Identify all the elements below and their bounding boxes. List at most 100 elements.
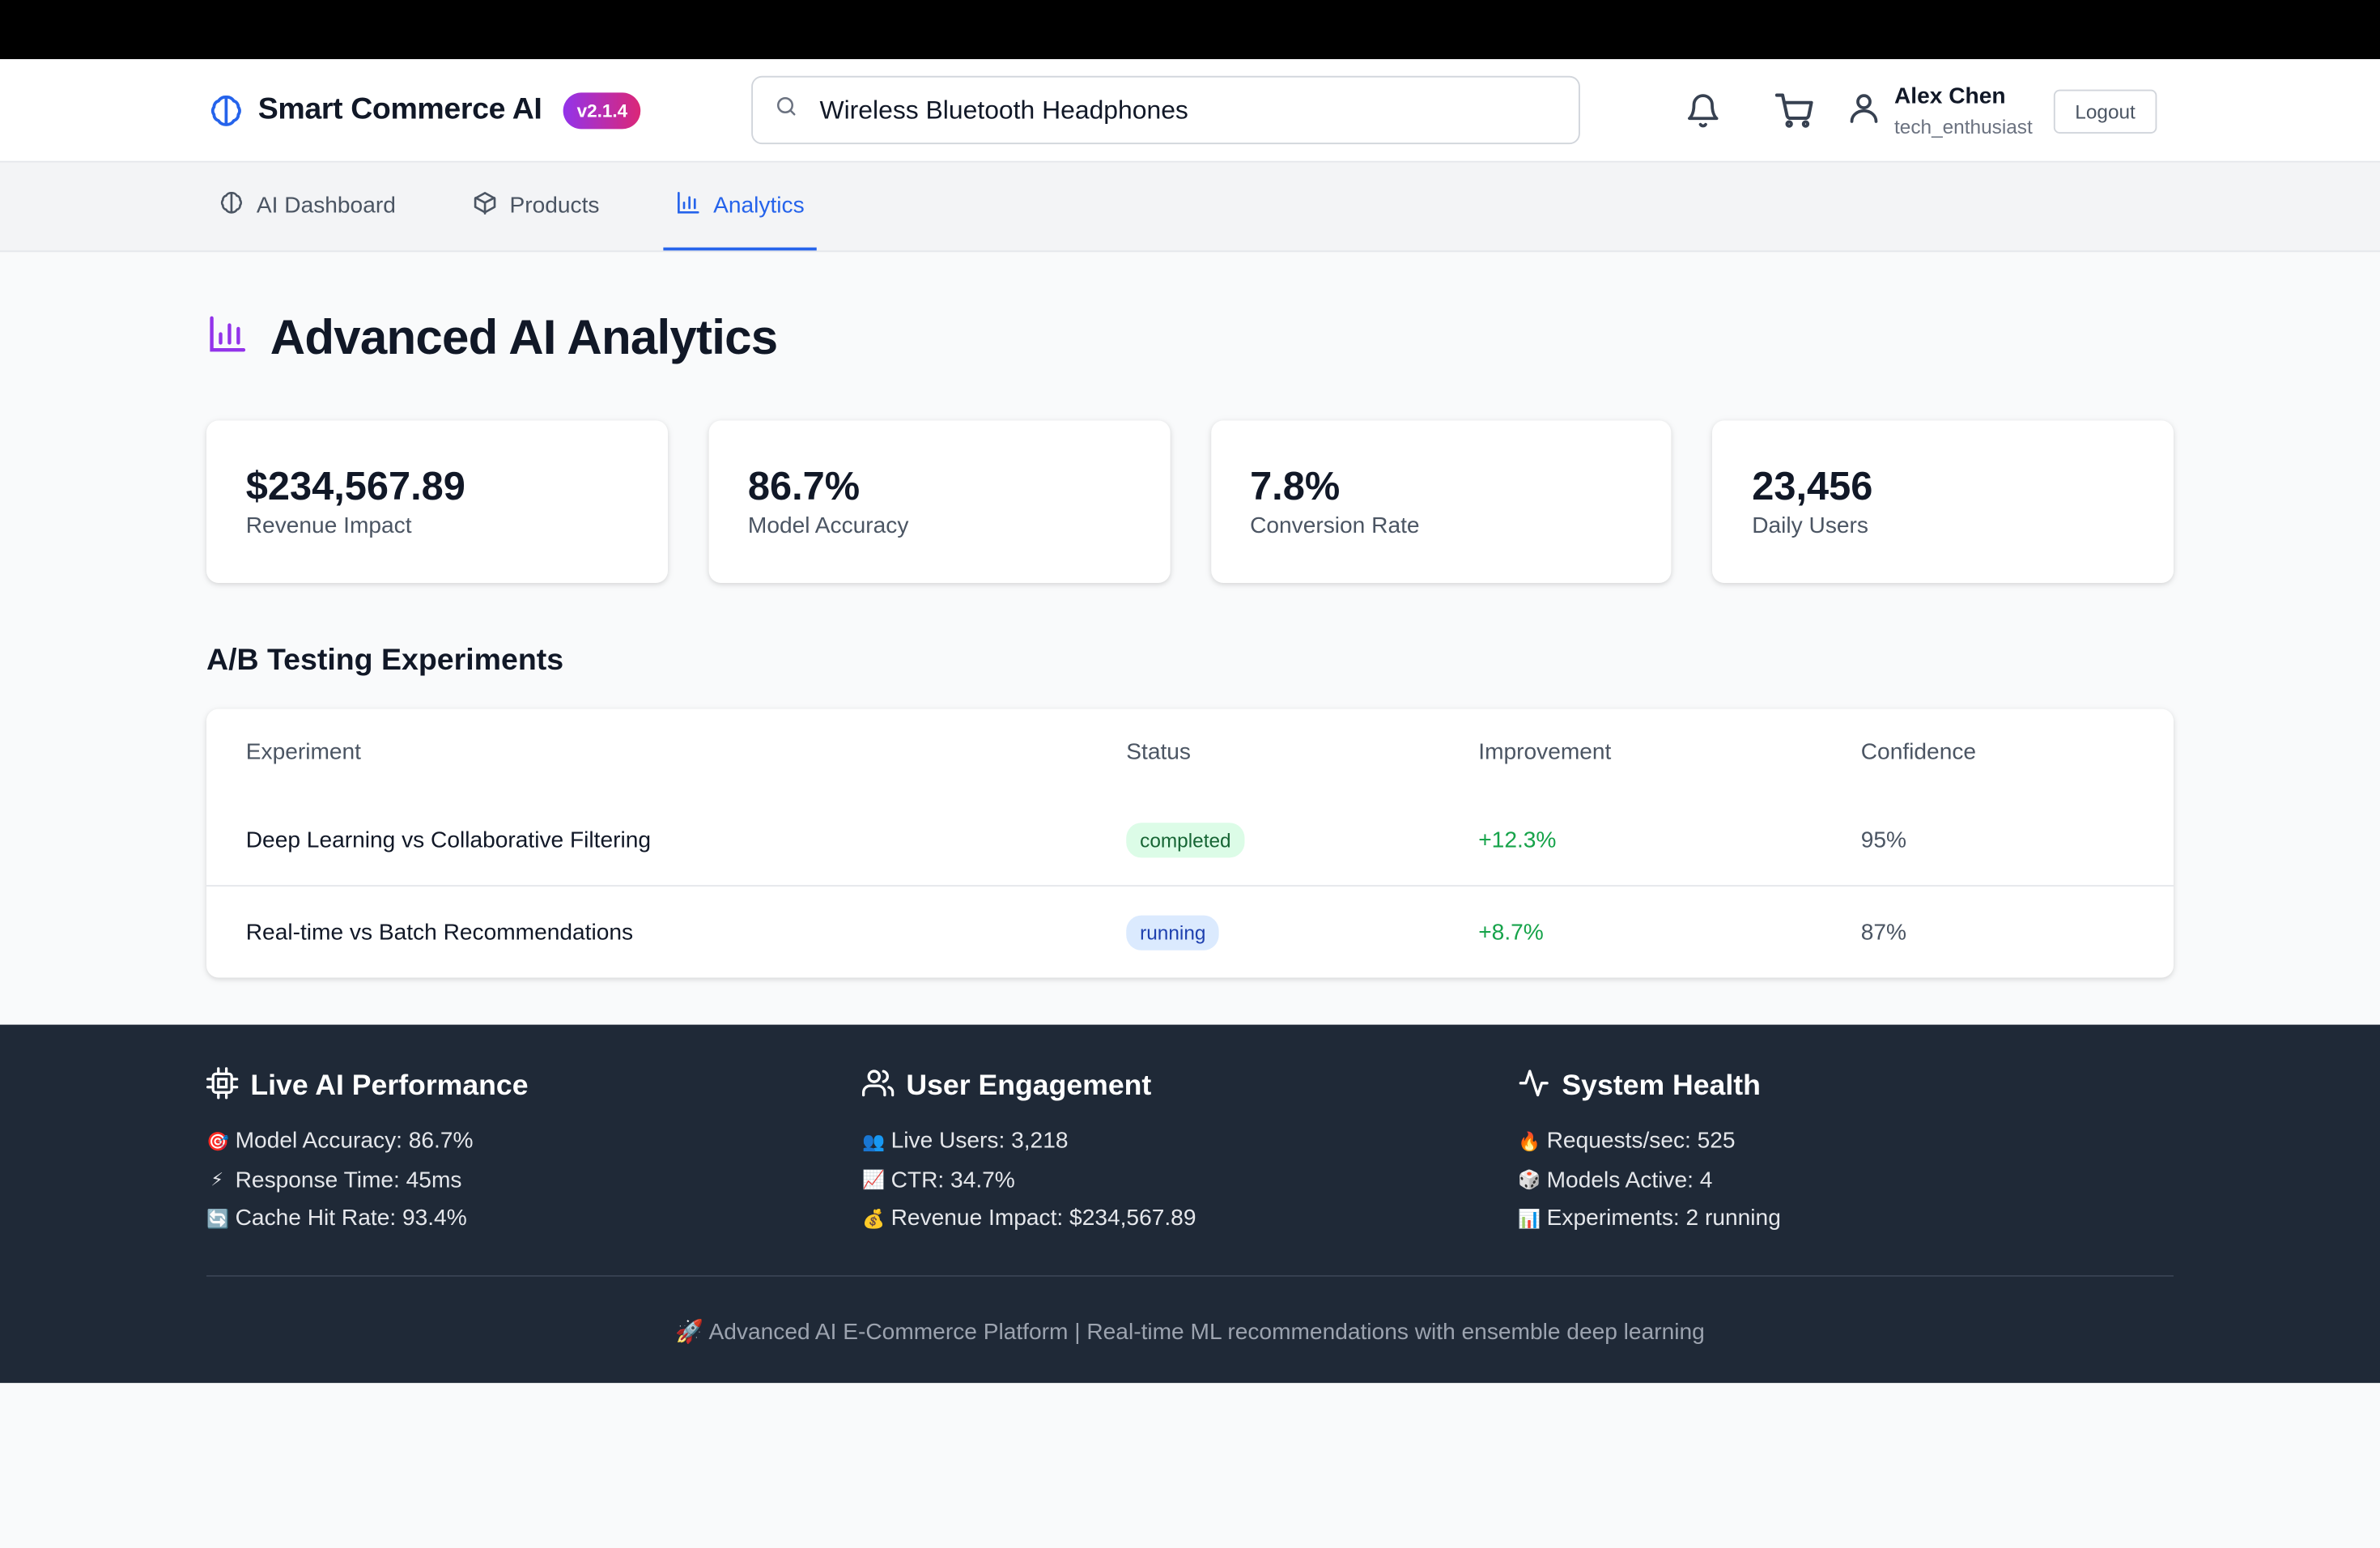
header-actions: Alex Chen tech_enthusiast Logout [1682, 59, 2157, 163]
user-name: Alex Chen [1894, 83, 2006, 109]
column-header: Improvement [1478, 738, 1612, 765]
people-icon: 👥 [862, 1130, 886, 1152]
footer-stat: 📊 Experiments: 2 running [1518, 1199, 2174, 1238]
footer-list: 🎯 Model Accuracy: 86.7% ⚡ Response Time: 4… [206, 1122, 862, 1238]
cart-icon[interactable] [1773, 90, 1816, 133]
refresh-icon: 🔄 [206, 1208, 230, 1230]
metric-label: Model Accuracy [747, 512, 909, 539]
footer-column-header: System Health [1518, 1070, 2174, 1104]
window-top-bar [0, 0, 2380, 60]
tab-label: Products [509, 192, 600, 219]
metric-cards: $234,567.89 Revenue Impact 86.7% Model A… [206, 420, 2174, 583]
brain-icon [219, 189, 244, 220]
bar-chart-icon [206, 312, 249, 362]
brand[interactable]: Smart Commerce AI v2.1.4 [206, 91, 753, 130]
users-icon [862, 1067, 895, 1107]
metric-value: 7.8% [1250, 462, 1341, 509]
status-cell: completed [1126, 822, 1478, 857]
tab-products[interactable]: Products [460, 163, 612, 251]
logout-button[interactable]: Logout [2054, 88, 2157, 134]
bar-chart-icon [675, 189, 701, 220]
experiments-table: Experiment Status Improvement Confidence… [206, 708, 2174, 978]
footer-stat: 📈 CTR: 34.7% [862, 1160, 1518, 1199]
footer-stat: 🔥 Requests/sec: 525 [1518, 1122, 2174, 1161]
user-icon [1846, 89, 1882, 133]
footer-column-title: User Engagement [906, 1070, 1152, 1103]
footer-stat: 🎯 Model Accuracy: 86.7% [206, 1122, 862, 1161]
trend-up-icon: 📈 [862, 1169, 886, 1191]
metric-value: 23,456 [1752, 462, 1873, 509]
footer-column-header: User Engagement [862, 1070, 1518, 1104]
stat-text: Live Users: 3,218 [890, 1128, 1069, 1155]
bar-chart-icon: 📊 [1518, 1208, 1541, 1230]
footer-stat: 💰 Revenue Impact: $234,567.89 [862, 1199, 1518, 1238]
search-value[interactable]: Wireless Bluetooth Headphones [820, 95, 1188, 125]
tab-label: Analytics [713, 192, 805, 219]
footer-column-title: System Health [1562, 1070, 1761, 1103]
metric-card-daily-users: 23,456 Daily Users [1712, 420, 2174, 583]
stat-text: CTR: 34.7% [890, 1167, 1015, 1193]
table-row[interactable]: Real-time vs Batch Recommendations runni… [206, 885, 2174, 977]
user-info: Alex Chen tech_enthusiast [1894, 83, 2033, 138]
metric-card-revenue: $234,567.89 Revenue Impact [206, 420, 668, 583]
stat-text: Requests/sec: 525 [1546, 1128, 1736, 1155]
page-title: Advanced AI Analytics [270, 308, 778, 364]
confidence-value: 95% [1860, 826, 1907, 853]
footer-column-engagement: User Engagement 👥 Live Users: 3,218 📈 CTR:… [862, 1070, 1518, 1238]
metric-value: 86.7% [747, 462, 861, 509]
improvement-value: +8.7% [1478, 919, 1544, 946]
footer-list: 👥 Live Users: 3,218 📈 CTR: 34.7% 💰 Revenue … [862, 1122, 1518, 1238]
brand-name: Smart Commerce AI [257, 92, 542, 126]
stat-text: Models Active: 4 [1546, 1167, 1713, 1193]
table-header: Experiment Status Improvement Confidence [206, 709, 2174, 794]
dice-icon: 🎲 [1518, 1169, 1541, 1191]
rocket-icon: 🚀 [675, 1318, 704, 1345]
lightning-icon: ⚡ [210, 1169, 224, 1191]
version-badge: v2.1.4 [563, 91, 642, 129]
page-header: Advanced AI Analytics [206, 308, 2174, 365]
stat-text: Experiments: 2 running [1546, 1206, 1781, 1232]
status-badge: running [1126, 914, 1220, 950]
experiment-name: Deep Learning vs Collaborative Filtering [245, 826, 652, 853]
footer-column-header: Live AI Performance [206, 1067, 862, 1107]
footer-stat: 🔄 Cache Hit Rate: 93.4% [206, 1199, 862, 1238]
footer-list: 🔥 Requests/sec: 525 🎲 Models Active: 4 📊 Ex… [1518, 1122, 2174, 1238]
main-content: Advanced AI Analytics $234,567.89 Revenu… [0, 252, 2380, 978]
experiment-name: Real-time vs Batch Recommendations [245, 919, 634, 946]
footer-stat: 👥 Live Users: 3,218 [862, 1122, 1518, 1161]
footer-stats: Live AI Performance 🎯 Model Accuracy: 86.… [206, 1067, 2174, 1238]
footer-stat: 🎲 Models Active: 4 [1518, 1160, 2174, 1199]
metric-card-accuracy: 86.7% Model Accuracy [708, 420, 1170, 583]
bell-icon[interactable] [1682, 90, 1725, 133]
metric-label: Revenue Impact [245, 512, 412, 539]
status-cell: running [1126, 914, 1478, 950]
box-icon [472, 189, 498, 220]
search-input[interactable]: Wireless Bluetooth Headphones [751, 75, 1580, 145]
table-row[interactable]: Deep Learning vs Collaborative Filtering… [206, 794, 2174, 886]
footer-divider [206, 1274, 2174, 1276]
metric-card-conversion: 7.8% Conversion Rate [1210, 420, 1672, 583]
stat-text: Response Time: 45ms [235, 1167, 462, 1193]
experiments-title: A/B Testing Experiments [206, 644, 564, 678]
tab-ai-dashboard[interactable]: AI Dashboard [206, 163, 408, 251]
stat-text: Model Accuracy: 86.7% [235, 1128, 474, 1155]
status-badge: completed [1126, 822, 1245, 857]
stat-text: Revenue Impact: $234,567.89 [890, 1206, 1196, 1232]
tab-analytics[interactable]: Analytics [663, 163, 817, 251]
stat-text: Cache Hit Rate: 93.4% [235, 1206, 467, 1232]
cpu-icon [206, 1067, 239, 1107]
main-nav: AI Dashboard Products Analytics [0, 162, 2380, 253]
confidence-value: 87% [1860, 919, 1907, 946]
fire-icon: 🔥 [1518, 1130, 1541, 1152]
footer-column-health: System Health 🔥 Requests/sec: 525 🎲 Models… [1518, 1070, 2174, 1238]
target-icon: 🎯 [206, 1130, 230, 1152]
search-icon [774, 94, 798, 125]
tab-label: AI Dashboard [256, 192, 396, 219]
activity-icon [1518, 1067, 1549, 1107]
metric-label: Daily Users [1752, 512, 1869, 539]
tagline-text: Advanced AI E-Commerce Platform | Real-t… [708, 1318, 1705, 1345]
user-profile[interactable]: Alex Chen tech_enthusiast [1846, 83, 2033, 138]
column-header: Experiment [245, 738, 362, 765]
footer-column-title: Live AI Performance [250, 1070, 529, 1103]
metric-label: Conversion Rate [1250, 512, 1420, 539]
